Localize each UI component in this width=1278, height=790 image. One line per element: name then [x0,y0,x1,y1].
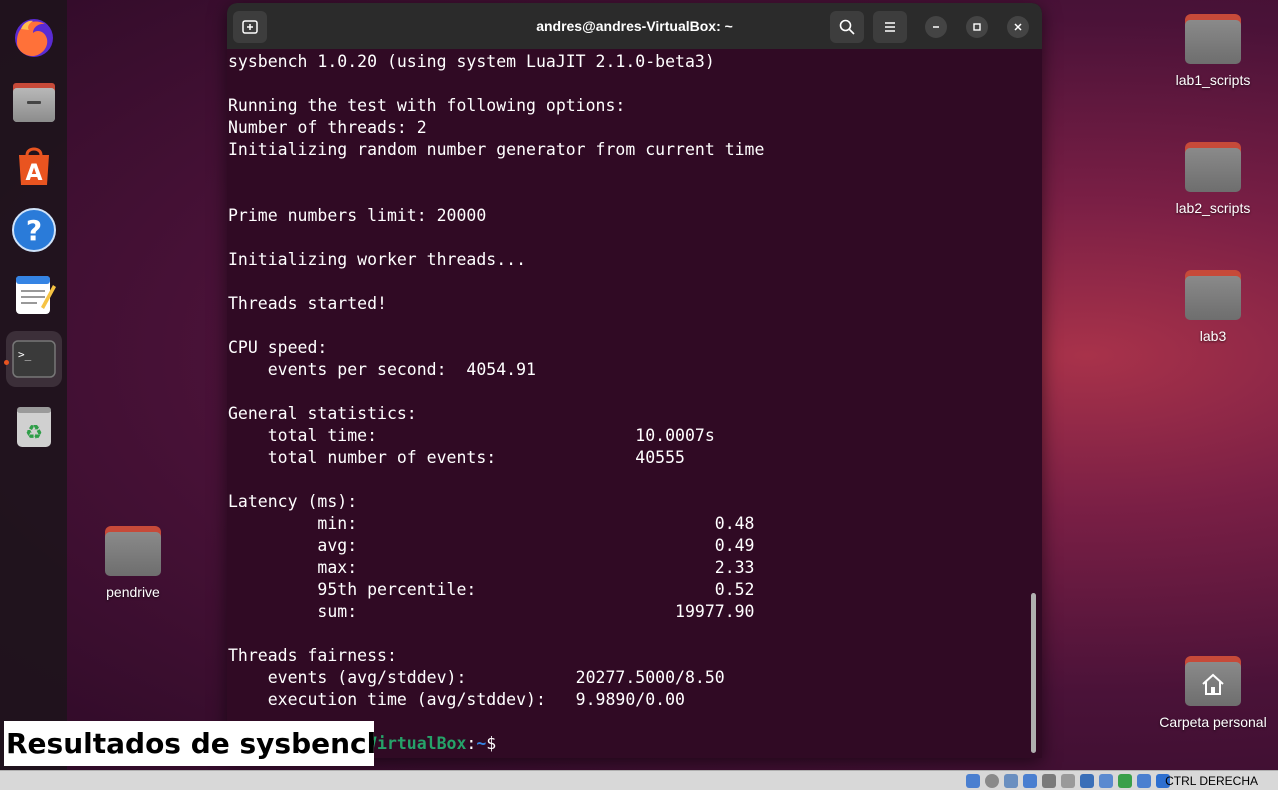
terminal-line: General statistics: [228,404,417,423]
terminal-line: events (avg/stddev): 20277.5000/8.50 [228,668,725,687]
folder-icon [1185,270,1241,320]
display-icon[interactable] [1080,774,1094,788]
minimize-icon [933,26,939,28]
terminal-line: Initializing worker threads... [228,250,527,269]
maximize-button[interactable] [966,16,988,38]
terminal-line: sum: 19977.90 [228,602,755,621]
terminal-scrollbar[interactable] [1031,593,1036,753]
terminal-line: max: 2.33 [228,558,755,577]
cpu-icon[interactable] [1118,774,1132,788]
prompt-symbol: $ [486,734,497,753]
desktop-folder-pendrive[interactable]: pendrive [78,526,188,600]
folder-label: lab2_scripts [1175,200,1251,216]
firefox-icon[interactable] [6,10,62,66]
terminal-line: min: 0.48 [228,514,755,533]
optical-drive-icon[interactable] [985,774,999,788]
files-icon[interactable] [6,74,62,130]
help-icon[interactable]: ? [6,202,62,258]
terminal-titlebar[interactable]: andres@andres-VirtualBox: ~ [227,3,1042,49]
terminal-line: execution time (avg/stddev): 9.9890/0.00 [228,690,685,709]
terminal-line: Prime numbers limit: 20000 [228,206,487,225]
terminal-line: Latency (ms): [228,492,358,511]
trash-icon[interactable]: ♻ [6,398,62,454]
host-key-label: CTRL DERECHA [1165,774,1258,788]
caption-overlay: Resultados de sysbench [4,721,374,766]
folder-icon [1185,142,1241,192]
folder-label: Carpeta personal [1159,714,1267,730]
network-icon[interactable] [1023,774,1037,788]
terminal-line: 95th percentile: 0.52 [228,580,755,599]
folder-label: pendrive [106,584,160,600]
terminal-icon[interactable]: >_ [6,331,62,387]
desktop-folder-lab1-scripts[interactable]: lab1_scripts [1158,14,1268,88]
folder-icon [105,526,161,576]
vm-status-bar: CTRL DERECHA [0,770,1278,790]
hard-disk-icon[interactable] [966,774,980,788]
svg-text:A: A [25,161,42,186]
terminal-line: Running the test with following options: [228,96,626,115]
terminal-line: Initializing random number generator fro… [228,140,765,159]
shared-folders-icon[interactable] [1061,774,1075,788]
search-icon [839,19,855,35]
mouse-integration-icon[interactable] [1137,774,1151,788]
home-icon [1202,673,1224,695]
menu-button[interactable] [873,11,907,43]
prompt-separator: : [466,734,477,753]
close-button[interactable] [1007,16,1029,38]
svg-text:>_: >_ [18,348,32,361]
svg-text:?: ? [26,214,42,247]
terminal-line: sysbench 1.0.20 (using system LuaJIT 2.1… [228,52,715,71]
maximize-icon [973,23,981,31]
prompt-path: ~ [476,734,487,753]
window-title: andres@andres-VirtualBox: ~ [536,18,733,34]
folder-icon [1185,14,1241,64]
text-editor-icon[interactable] [6,266,62,322]
minimize-button[interactable] [925,16,947,38]
terminal-line: total number of events: 40555 [228,448,685,467]
app-center-icon[interactable]: A [6,138,62,194]
folder-label: lab1_scripts [1175,72,1251,88]
desktop-home-folder[interactable]: Carpeta personal [1140,656,1278,730]
terminal-line: Threads started! [228,294,387,313]
running-indicator [4,360,9,365]
new-tab-icon [242,20,258,34]
terminal-output[interactable]: sysbench 1.0.20 (using system LuaJIT 2.1… [228,51,1028,755]
search-button[interactable] [830,11,864,43]
hamburger-menu-icon [885,22,895,32]
terminal-line: events per second: 4054.91 [228,360,536,379]
dock: A ? >_ ♻ [0,0,67,770]
svg-text:♻: ♻ [25,420,43,444]
usb-icon[interactable] [1042,774,1056,788]
audio-icon[interactable] [1004,774,1018,788]
desktop-folder-lab2-scripts[interactable]: lab2_scripts [1158,142,1268,216]
folder-label: lab3 [1199,328,1227,344]
terminal-line: CPU speed: [228,338,328,357]
terminal-line: Number of threads: 2 [228,118,427,137]
desktop-folder-lab3[interactable]: lab3 [1158,270,1268,344]
close-icon [1014,23,1022,31]
home-folder-icon [1185,656,1241,706]
terminal-line: Threads fairness: [228,646,397,665]
recording-icon[interactable] [1099,774,1113,788]
terminal-line: total time: 10.0007s [228,426,715,445]
new-tab-button[interactable] [233,11,267,43]
terminal-line: avg: 0.49 [228,536,755,555]
terminal-window[interactable]: andres@andres-VirtualBox: ~ sysbench 1.0… [227,3,1042,758]
